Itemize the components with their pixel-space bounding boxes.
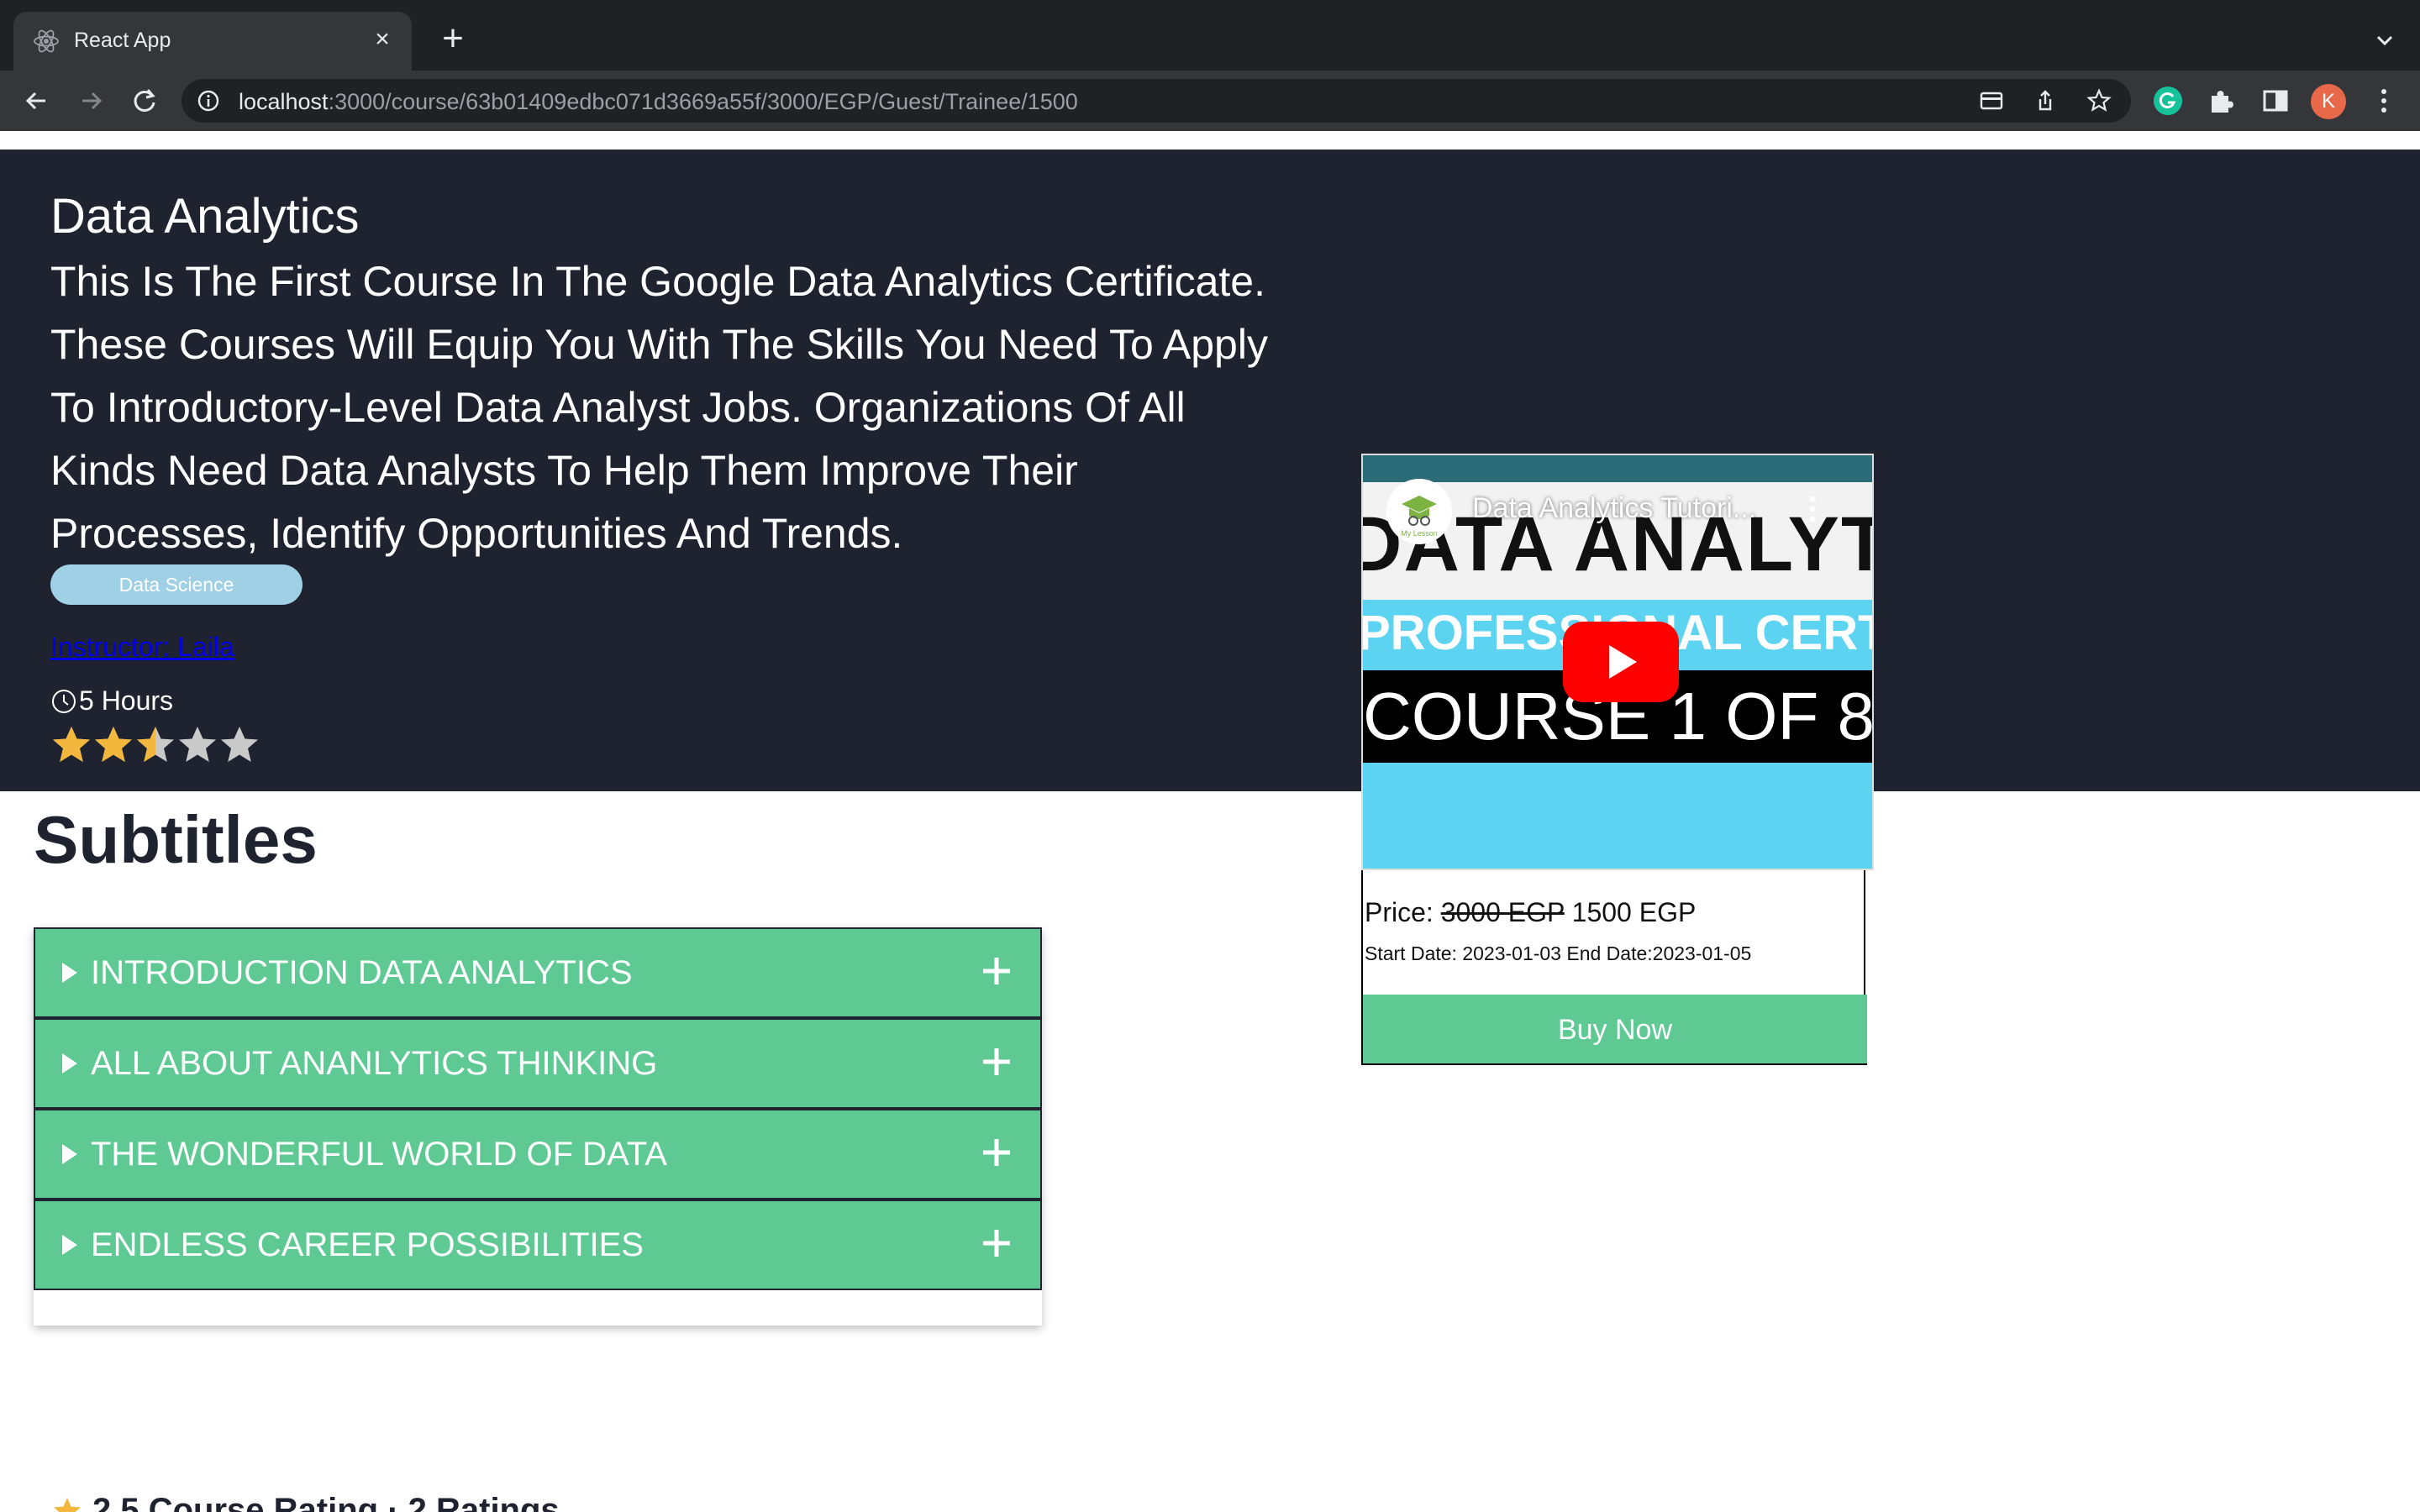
video-topbar [1363,455,1872,482]
accordion-label: ALL ABOUT ANANLYTICS THINKING [91,1045,658,1082]
more-menu-icon[interactable] [2371,84,2396,118]
browser-toolbar: localhost:3000/course/63b01409edbc071d36… [0,71,2420,131]
star-icon [95,727,132,762]
back-icon[interactable] [18,82,55,119]
buy-now-button[interactable]: Buy Now [1361,995,1867,1065]
star-icon [179,727,216,762]
star-icon [54,1497,81,1512]
course-hours: 5 Hours [50,685,173,717]
triangle-right-icon [62,963,77,983]
accordion-item[interactable]: INTRODUCTION DATA ANALYTICS [34,927,1042,1018]
new-tab-icon[interactable]: + [435,20,471,57]
star-icon [53,727,90,762]
subject-badge[interactable]: Data Science [50,564,302,605]
subtitles-heading: Subtitles [34,802,318,877]
browser-tabstrip: React App × + [0,0,2420,71]
url-text: localhost:3000/course/63b01409edbc071d36… [239,89,1078,114]
hours-text: 5 Hours [79,685,174,716]
course-hero: Data Analytics This Is The First Course … [0,150,2420,791]
triangle-right-icon [62,1053,77,1074]
close-tab-icon[interactable]: × [366,24,398,55]
reload-icon[interactable] [126,82,163,119]
triangle-right-icon [62,1144,77,1164]
forward-icon[interactable] [72,82,109,119]
channel-name: My Lesson [1401,529,1438,538]
course-rating-heading: 2.5 Course Rating · 2 Ratings [52,1492,560,1512]
rating-stars [50,724,260,766]
site-info-icon[interactable] [197,89,220,113]
old-price: 3000 EGP [1440,897,1565,927]
plus-icon[interactable] [980,1226,1013,1260]
share-icon[interactable] [2032,87,2059,114]
star-icon [137,727,174,762]
new-price: 1500 EGP [1571,897,1697,927]
accordion-label: THE WONDERFUL WORLD OF DATA [91,1136,667,1173]
side-panel-icon[interactable] [2259,84,2292,118]
address-bar[interactable]: localhost:3000/course/63b01409edbc071d36… [182,79,2131,123]
extensions-puzzle-icon[interactable] [2205,84,2238,118]
accordion-item[interactable]: ENDLESS CAREER POSSIBILITIES [34,1200,1042,1290]
subtitles-accordion: INTRODUCTION DATA ANALYTICS ALL ABOUT AN… [34,927,1042,1326]
profile-avatar[interactable]: K [2311,84,2346,119]
clock-icon [52,689,76,713]
plus-icon[interactable] [980,1045,1013,1079]
play-icon[interactable] [1563,622,1679,702]
triangle-right-icon [62,1235,77,1255]
star-icon [221,727,258,762]
video-more-icon[interactable] [1802,491,1823,528]
course-title: Data Analytics [50,189,360,244]
react-logo-icon [34,29,59,53]
card-icon[interactable] [1978,87,2005,114]
tab-title: React App [74,29,171,52]
grammarly-icon[interactable] [2151,84,2185,118]
bookmark-star-icon[interactable] [2086,87,2112,114]
price-label: Price: [1365,897,1434,927]
course-description: This Is The First Course In The Google D… [50,258,1268,557]
price-line: Price: 3000 EGP 1500 EGP [1365,897,1696,928]
accordion-item[interactable]: ALL ABOUT ANANLYTICS THINKING [34,1018,1042,1109]
instructor-link[interactable]: Instructor: Laila [50,632,234,663]
browser-tab[interactable]: React App × [13,12,412,71]
preview-video[interactable]: DATA ANALYTICS PROFESSIONAL CERTIFICATE … [1361,454,1874,870]
plus-icon[interactable] [980,1136,1013,1169]
chevron-down-icon[interactable] [2368,24,2402,57]
page-top-gap [0,131,2420,150]
rating-summary-text: 2.5 Course Rating · 2 Ratings [92,1492,560,1512]
video-title[interactable]: Data Analytics Tutori... [1472,492,1756,525]
plus-icon[interactable] [980,954,1013,988]
course-dates: Start Date: 2023-01-03 End Date:2023-01-… [1365,942,1752,964]
accordion-label: ENDLESS CAREER POSSIBILITIES [91,1226,644,1263]
channel-logo-icon[interactable]: My Lesson [1386,479,1452,544]
accordion-label: INTRODUCTION DATA ANALYTICS [91,954,633,991]
accordion-item[interactable]: THE WONDERFUL WORLD OF DATA [34,1109,1042,1200]
price-box: Price: 3000 EGP 1500 EGP Start Date: 202… [1361,870,1865,996]
